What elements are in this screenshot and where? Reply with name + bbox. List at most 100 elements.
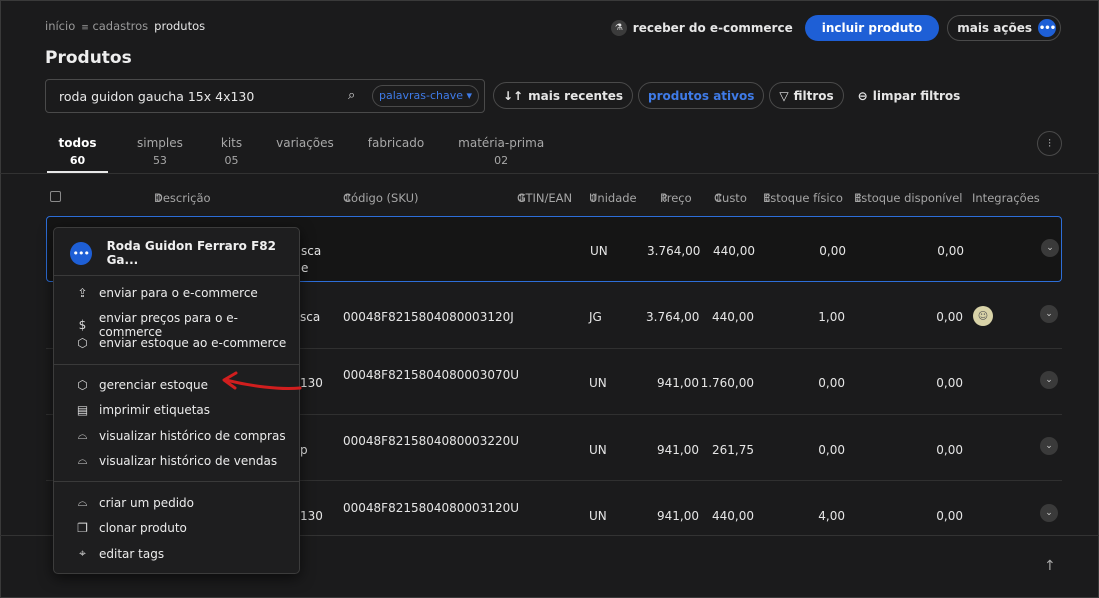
row-description: sca bbox=[300, 310, 321, 324]
more-dots-icon: ••• bbox=[1038, 19, 1056, 37]
breadcrumb-section[interactable]: cadastros bbox=[92, 19, 148, 33]
tab-variacoes[interactable]: variações bbox=[262, 136, 348, 173]
col-cost[interactable]: Custo ⇕ bbox=[714, 191, 747, 205]
menu-lines-icon: ≡ bbox=[81, 23, 89, 33]
menu-edit-tags[interactable]: ⌖ editar tags bbox=[75, 546, 164, 561]
receive-ecommerce-button[interactable]: ⚗ receber do e-commerce bbox=[607, 14, 797, 42]
row-physical-stock: 0,00 bbox=[819, 244, 846, 258]
col-sku[interactable]: Código (SKU) ⇕ bbox=[343, 191, 418, 205]
tray-icon: ⌓ bbox=[77, 428, 88, 442]
row-description-line2: e bbox=[301, 261, 309, 275]
row-available-stock: 0,00 bbox=[936, 443, 963, 457]
row-price: 941,00 bbox=[657, 443, 699, 457]
top-actions: ⚗ receber do e-commerce incluir produto … bbox=[607, 14, 1061, 42]
menu-header: ••• Roda Guidon Ferraro F82 Ga... bbox=[70, 239, 299, 267]
sliders-icon: ⫶ bbox=[1048, 136, 1051, 150]
active-products-filter[interactable]: produtos ativos bbox=[638, 82, 765, 109]
menu-product-name: Roda Guidon Ferraro F82 Ga... bbox=[106, 239, 276, 267]
row-cost: 440,00 bbox=[712, 509, 754, 523]
row-description: 130 bbox=[300, 509, 323, 523]
search-field[interactable]: roda guidon gaucha 15x 4x130 ⌕ palavras-… bbox=[45, 79, 485, 113]
scroll-top-icon[interactable]: ↑ bbox=[1044, 558, 1056, 574]
row-price: 941,00 bbox=[657, 509, 699, 523]
row-price: 3.764,00 bbox=[646, 310, 700, 324]
flask-icon: ⚗ bbox=[610, 20, 627, 36]
column-settings-button[interactable]: ⫶ bbox=[1037, 131, 1062, 156]
row-context-menu: ••• Roda Guidon Ferraro F82 Ga... ⇪ envia… bbox=[53, 227, 300, 574]
dollar-icon: $ bbox=[78, 318, 87, 332]
col-description[interactable]: Descrição ⇕ bbox=[154, 191, 211, 205]
row-sku: 00048F8215804080003120U bbox=[343, 501, 520, 515]
sort-icon: ↓↑ bbox=[503, 88, 524, 103]
row-sku: 00048F8215804080003070U bbox=[343, 368, 520, 382]
chevron-down-icon[interactable]: ⌄ bbox=[1040, 504, 1058, 522]
menu-send-ecommerce[interactable]: ⇪ enviar para o e-commerce bbox=[75, 286, 257, 300]
row-cost: 261,75 bbox=[712, 443, 754, 457]
row-physical-stock: 4,00 bbox=[818, 509, 845, 523]
menu-purchase-history[interactable]: ⌓ visualizar histórico de compras bbox=[75, 428, 286, 443]
include-product-button[interactable]: incluir produto bbox=[804, 15, 940, 41]
box-icon: ⬡ bbox=[77, 378, 88, 392]
menu-send-stock[interactable]: ⬡ enviar estoque ao e-commerce bbox=[75, 336, 286, 350]
funnel-icon: ▽ bbox=[779, 88, 789, 103]
col-available-stock[interactable]: Estoque disponível ⇕ bbox=[854, 191, 963, 205]
menu-divider bbox=[54, 275, 299, 276]
menu-manage-stock[interactable]: ⬡ gerenciar estoque bbox=[75, 378, 208, 392]
row-available-stock: 0,00 bbox=[936, 376, 963, 390]
more-dots-icon[interactable]: ••• bbox=[70, 241, 92, 265]
tray-icon: ⌓ bbox=[77, 495, 88, 509]
search-icon[interactable]: ⌕ bbox=[348, 88, 355, 103]
row-unit: UN bbox=[589, 443, 607, 457]
row-physical-stock: 1,00 bbox=[818, 310, 845, 324]
table-header: Descrição ⇕ Código (SKU) ⇕ GTIN/EAN ⇕ Un… bbox=[0, 191, 1099, 205]
row-unit: UN bbox=[589, 376, 607, 390]
row-available-stock: 0,00 bbox=[936, 509, 963, 523]
col-price[interactable]: Preço ⇕ bbox=[660, 191, 692, 205]
menu-print-labels[interactable]: ▤ imprimir etiquetas bbox=[75, 403, 210, 417]
row-unit: UN bbox=[590, 244, 608, 258]
page-title: Produtos bbox=[45, 48, 132, 68]
label-icon: ▤ bbox=[76, 403, 89, 417]
row-description: sca bbox=[301, 244, 322, 258]
chevron-down-icon[interactable]: ⌄ bbox=[1040, 305, 1058, 323]
col-gtin[interactable]: GTIN/EAN ⇕ bbox=[517, 191, 572, 205]
row-cost: 440,00 bbox=[712, 310, 754, 324]
row-unit: JG bbox=[589, 310, 602, 324]
chevron-down-icon[interactable]: ⌄ bbox=[1040, 371, 1058, 389]
col-integrations: Integrações bbox=[972, 191, 1040, 205]
tab-materia-prima[interactable]: matéria-prima 02 bbox=[444, 136, 558, 173]
clear-filters-button[interactable]: ⊖ limpar filtros bbox=[849, 82, 970, 109]
tab-todos[interactable]: todos 60 bbox=[47, 136, 108, 173]
row-physical-stock: 0,00 bbox=[818, 376, 845, 390]
menu-send-prices[interactable]: $ enviar preços para o e-commerce bbox=[75, 311, 299, 339]
row-unit: UN bbox=[589, 509, 607, 523]
row-description: 130 bbox=[300, 376, 323, 390]
tab-simples[interactable]: simples 53 bbox=[123, 136, 197, 173]
row-description: p bbox=[300, 443, 308, 457]
filters-button[interactable]: ▽ filtros bbox=[769, 82, 844, 109]
col-physical-stock[interactable]: Estoque físico ⇕ bbox=[763, 191, 843, 205]
tab-kits[interactable]: kits 05 bbox=[207, 136, 256, 173]
menu-sales-history[interactable]: ⌓ visualizar histórico de vendas bbox=[75, 453, 277, 468]
upload-icon: ⇪ bbox=[77, 286, 88, 300]
chevron-down-icon[interactable]: ⌄ bbox=[1040, 437, 1058, 455]
sort-button[interactable]: ↓↑ mais recentes bbox=[493, 82, 634, 109]
row-price: 3.764,00 bbox=[647, 244, 701, 258]
product-tabs: todos 60 simples 53 kits 05 variações fabri… bbox=[47, 136, 558, 173]
keyword-mode-select[interactable]: palavras-chave ▾ bbox=[372, 85, 480, 107]
breadcrumb-home[interactable]: início bbox=[45, 19, 75, 33]
more-actions-button[interactable]: mais ações ••• bbox=[947, 15, 1061, 41]
chevron-down-icon[interactable]: ⌄ bbox=[1041, 239, 1059, 257]
menu-create-order[interactable]: ⌓ criar um pedido bbox=[75, 495, 194, 510]
row-sku: 00048F8215804080003220U bbox=[343, 434, 520, 448]
row-cost: 440,00 bbox=[713, 244, 755, 258]
col-unit[interactable]: Unidade ⇕ bbox=[589, 191, 637, 205]
tray-icon: ⌓ bbox=[77, 453, 88, 467]
tab-fabricado[interactable]: fabricado bbox=[354, 136, 438, 173]
search-input[interactable]: roda guidon gaucha 15x 4x130 bbox=[59, 89, 254, 104]
menu-divider bbox=[54, 481, 299, 482]
integration-store-icon[interactable]: ☺ bbox=[973, 306, 993, 326]
select-all-checkbox[interactable] bbox=[50, 191, 61, 202]
menu-clone-product[interactable]: ❐ clonar produto bbox=[75, 521, 187, 535]
tag-icon: ⌖ bbox=[79, 546, 86, 560]
